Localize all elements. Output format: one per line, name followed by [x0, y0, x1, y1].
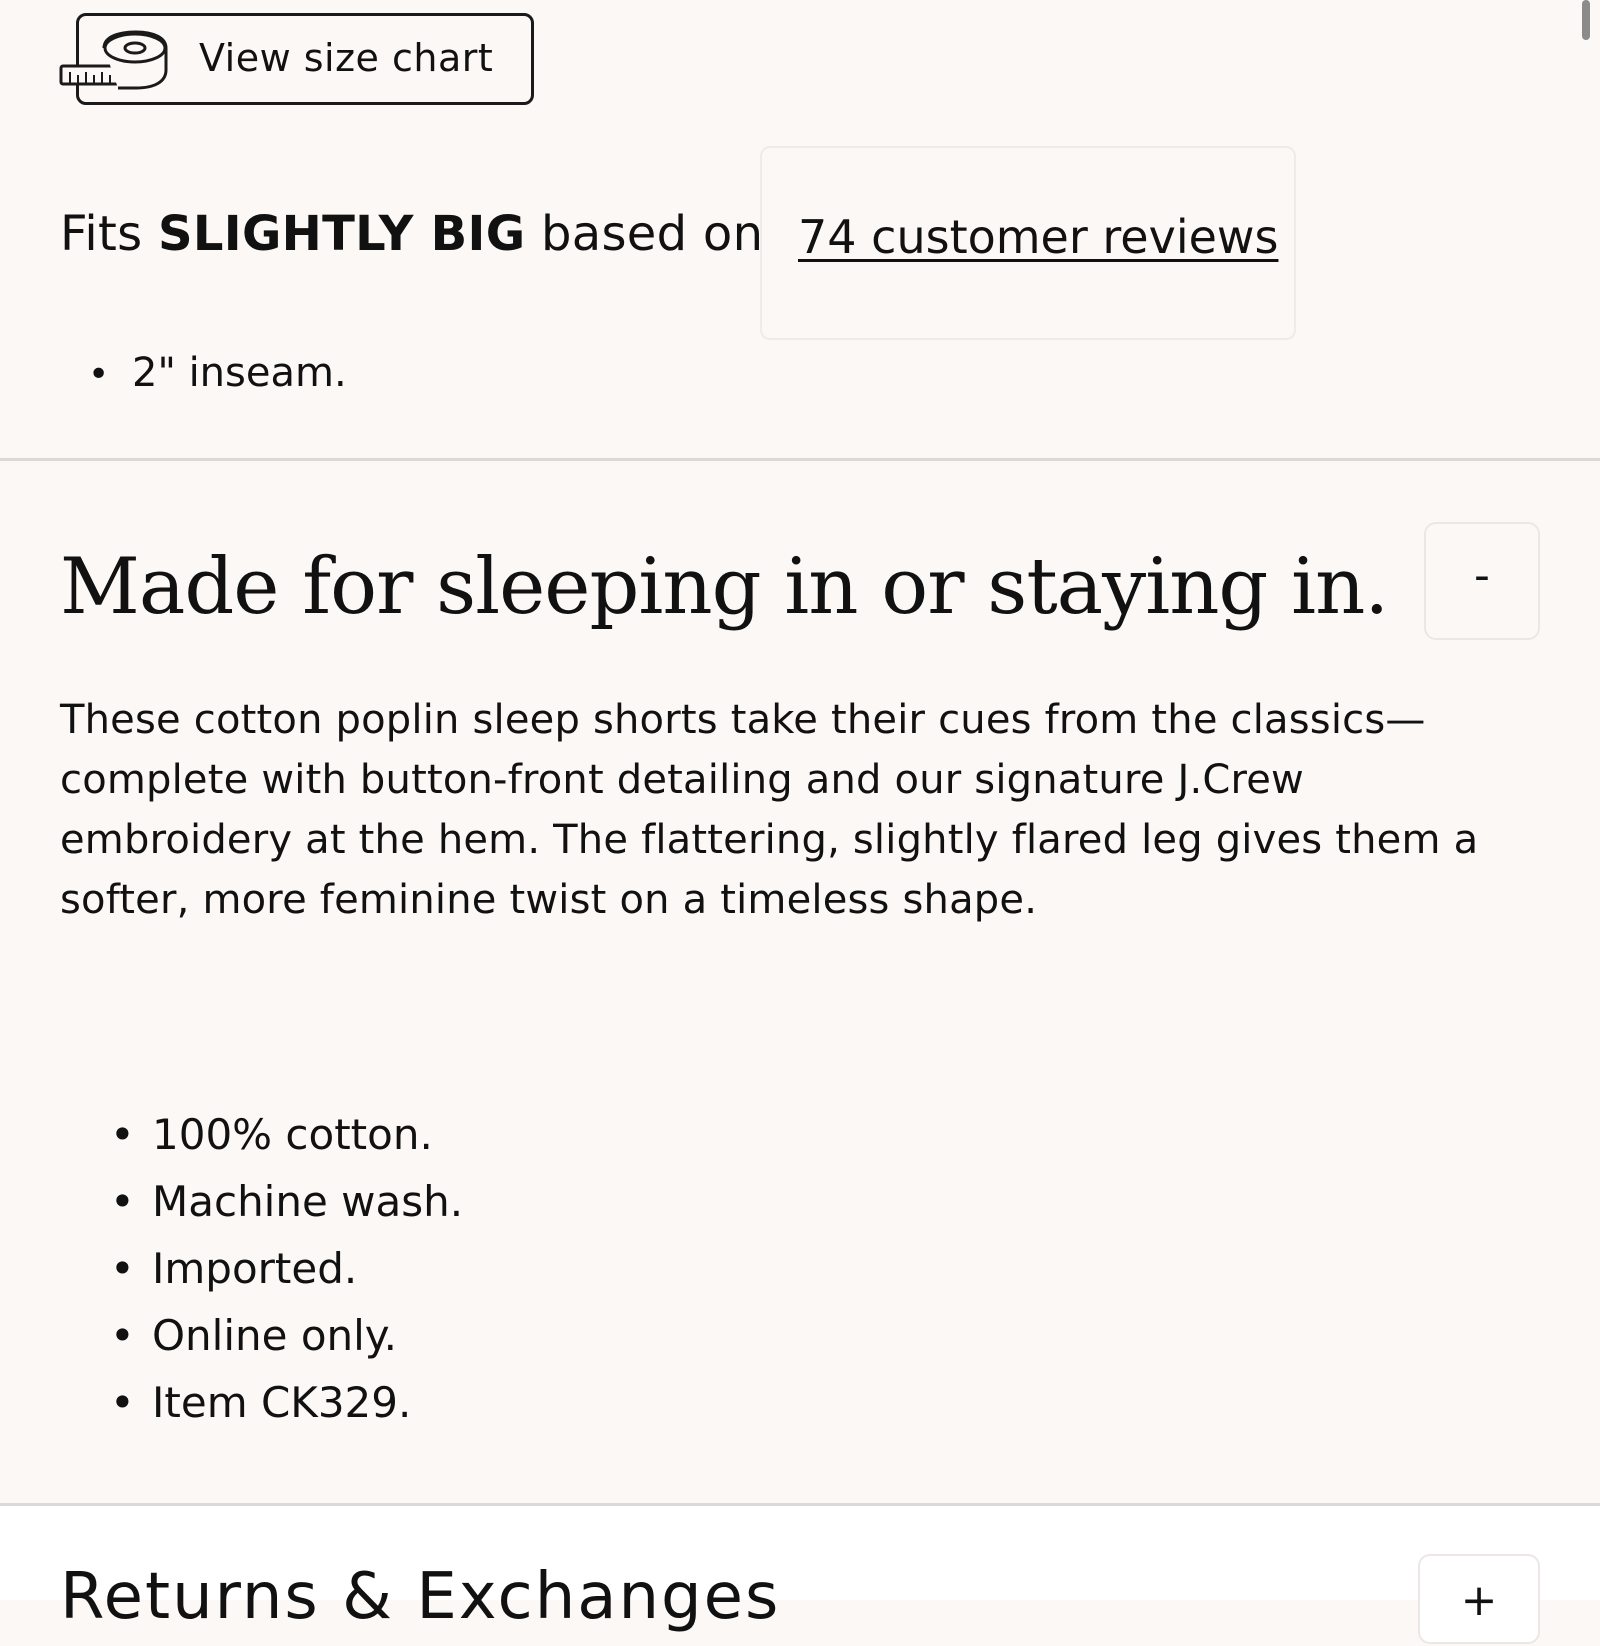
scrollbar-thumb[interactable] [1582, 0, 1590, 40]
measuring-tape-icon [59, 30, 168, 90]
view-size-chart-label: View size chart [199, 36, 494, 80]
section-divider [0, 458, 1600, 461]
list-item: 2" inseam. [88, 350, 347, 396]
fit-suffix: based on [540, 206, 764, 262]
section-divider [0, 1503, 1600, 1506]
returns-section-title: Returns & Exchanges [60, 1560, 781, 1634]
fit-details-list: 2" inseam. [88, 350, 347, 396]
list-item: Machine wash. [110, 1177, 463, 1244]
product-details-page: View size chart Fits SLIGHTLY BIG based … [0, 0, 1600, 1644]
fit-emphasis: SLIGHTLY BIG [158, 206, 526, 262]
list-item: Imported. [110, 1244, 463, 1311]
list-item: 100% cotton. [110, 1110, 463, 1177]
plus-icon: + [1460, 1575, 1498, 1626]
collapse-section-button[interactable]: - [1424, 522, 1540, 640]
section-title: Made for sleeping in or staying in. [60, 542, 1389, 632]
fit-prefix: Fits [60, 206, 143, 262]
minus-icon: - [1474, 549, 1490, 601]
product-description: These cotton poplin sleep shorts take th… [60, 697, 1479, 923]
customer-reviews-link[interactable]: 74 customer reviews [798, 210, 1278, 264]
list-item: Online only. [110, 1311, 463, 1378]
list-item: Item CK329. [110, 1378, 463, 1445]
fit-summary: Fits SLIGHTLY BIG based on [60, 206, 763, 262]
expand-returns-button[interactable]: + [1418, 1554, 1540, 1644]
product-features-list: 100% cotton. Machine wash. Imported. Onl… [110, 1110, 463, 1445]
